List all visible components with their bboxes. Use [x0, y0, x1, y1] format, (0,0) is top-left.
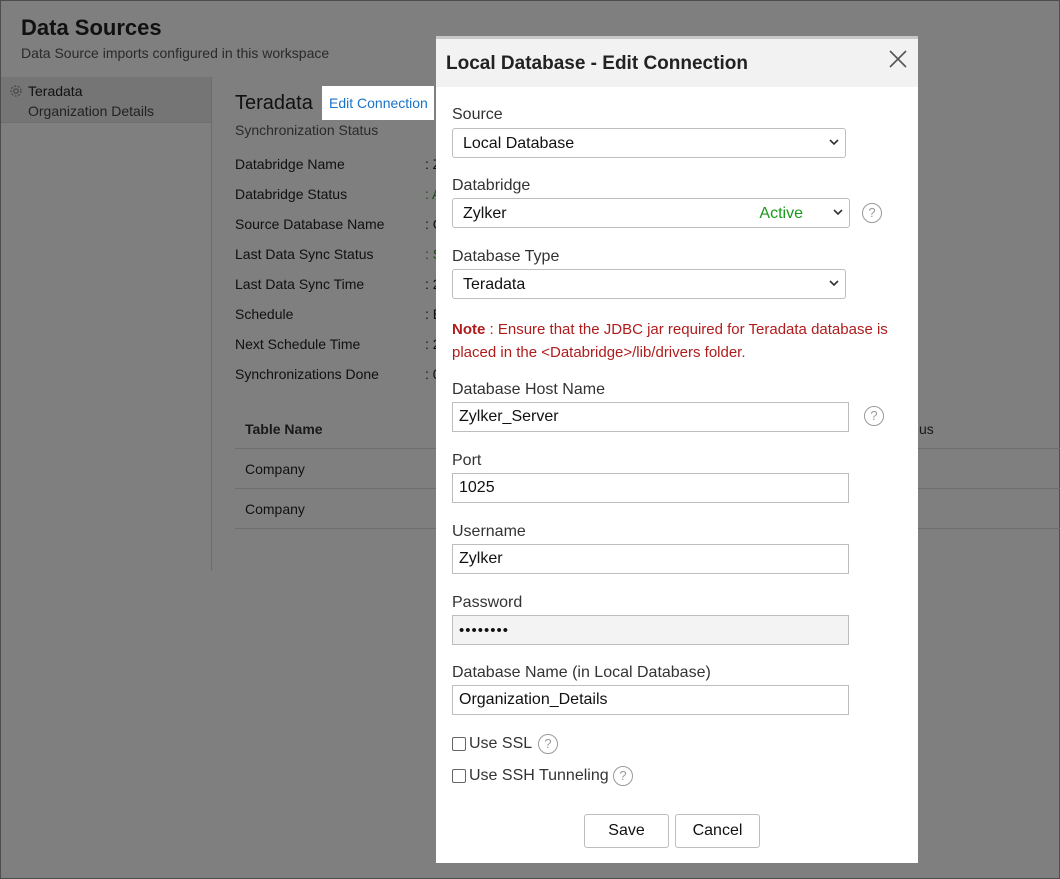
use-ssh-label: Use SSH Tunneling	[469, 767, 609, 784]
chevron-down-icon	[833, 209, 843, 216]
source-value: Local Database	[463, 135, 575, 152]
chevron-down-icon	[829, 139, 839, 146]
database-type-label: Database Type	[452, 248, 560, 265]
chevron-down-icon	[829, 280, 839, 287]
host-label: Database Host Name	[452, 381, 605, 398]
username-label: Username	[452, 523, 526, 540]
save-button[interactable]: Save	[584, 814, 669, 848]
help-icon[interactable]: ?	[613, 766, 633, 786]
edit-connection-link[interactable]: Edit Connection	[322, 86, 434, 120]
password-label: Password	[452, 594, 523, 611]
use-ssh-option[interactable]: Use SSH Tunneling	[452, 767, 612, 787]
note-text: : Ensure that the JDBC jar required for …	[452, 321, 888, 361]
databridge-value: Zylker	[463, 205, 507, 222]
port-label: Port	[452, 452, 482, 469]
cancel-button[interactable]: Cancel	[675, 814, 760, 848]
host-input[interactable]	[452, 402, 849, 432]
database-name-label: Database Name (in Local Database)	[452, 664, 711, 681]
use-ssl-checkbox[interactable]	[452, 737, 466, 751]
jdbc-note: Note : Ensure that the JDBC jar required…	[452, 318, 902, 364]
source-label: Source	[452, 106, 503, 123]
database-type-value: Teradata	[463, 276, 526, 293]
note-prefix: Note	[452, 321, 486, 338]
database-name-input[interactable]	[452, 685, 849, 715]
dialog-title: Local Database - Edit Connection	[446, 53, 748, 74]
close-icon	[889, 50, 907, 68]
source-select[interactable]: Local Database	[452, 128, 846, 158]
port-input[interactable]	[452, 473, 849, 503]
use-ssh-checkbox[interactable]	[452, 769, 466, 783]
databridge-select[interactable]: Zylker Active	[452, 198, 850, 228]
use-ssl-label: Use SSL	[469, 735, 533, 752]
database-type-select[interactable]: Teradata	[452, 269, 846, 299]
close-button[interactable]	[888, 49, 908, 69]
help-icon[interactable]: ?	[864, 406, 884, 426]
dialog-header: Local Database - Edit Connection	[436, 39, 918, 87]
databridge-status: Active	[759, 205, 803, 222]
help-icon[interactable]: ?	[538, 734, 558, 754]
edit-connection-dialog: Local Database - Edit Connection Source …	[436, 36, 918, 863]
databridge-label: Databridge	[452, 177, 531, 194]
username-input[interactable]	[452, 544, 849, 574]
help-icon[interactable]: ?	[862, 203, 882, 223]
password-input[interactable]	[452, 615, 849, 645]
